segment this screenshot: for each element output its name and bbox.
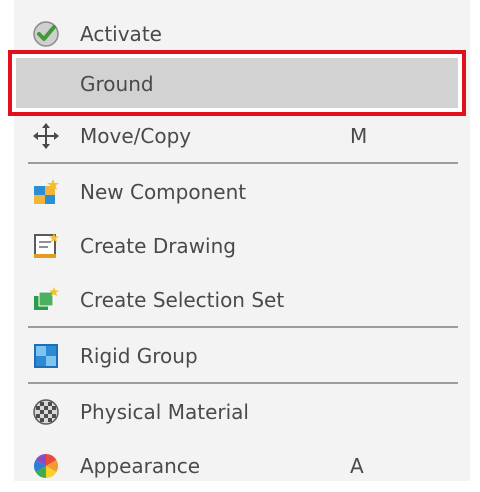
- menu-item-label: New Component: [80, 180, 247, 204]
- menu-item-appearance[interactable]: Appearance A: [14, 440, 470, 492]
- menu-item-create-selection-set[interactable]: Create Selection Set: [14, 274, 470, 326]
- menu-item-rigid-group[interactable]: Rigid Group: [14, 330, 470, 382]
- activate-check-icon: [32, 20, 60, 48]
- menu-item-label: Ground: [80, 72, 154, 96]
- selection-set-icon: [32, 286, 60, 314]
- shortcut-label: A: [350, 454, 364, 478]
- menu-item-label: Physical Material: [80, 400, 249, 424]
- menu-item-label: Activate: [80, 22, 162, 46]
- menu-item-label: Create Drawing: [80, 234, 236, 258]
- menu-item-ground[interactable]: Ground: [14, 58, 470, 110]
- menu-divider: [28, 162, 458, 164]
- menu-item-move-copy[interactable]: Move/Copy M: [14, 110, 470, 162]
- menu-item-create-drawing[interactable]: Create Drawing: [14, 220, 470, 272]
- menu-item-new-component[interactable]: New Component: [14, 166, 470, 218]
- menu-item-label: Move/Copy: [80, 124, 192, 148]
- menu-item-label: Appearance: [80, 454, 201, 478]
- new-component-icon: [32, 178, 60, 206]
- menu-item-physical-material[interactable]: Physical Material: [14, 386, 470, 438]
- create-drawing-icon: [32, 232, 60, 260]
- menu-divider: [28, 382, 458, 384]
- context-menu: Activate Ground Move/Copy M New Componen…: [8, 0, 470, 481]
- physical-material-icon: [32, 398, 60, 426]
- menu-item-label: Rigid Group: [80, 344, 198, 368]
- appearance-icon: [32, 452, 60, 480]
- rigid-group-icon: [32, 342, 60, 370]
- shortcut-label: M: [350, 124, 368, 148]
- menu-divider: [28, 326, 458, 328]
- move-arrows-icon: [32, 122, 60, 150]
- menu-item-label: Create Selection Set: [80, 288, 285, 312]
